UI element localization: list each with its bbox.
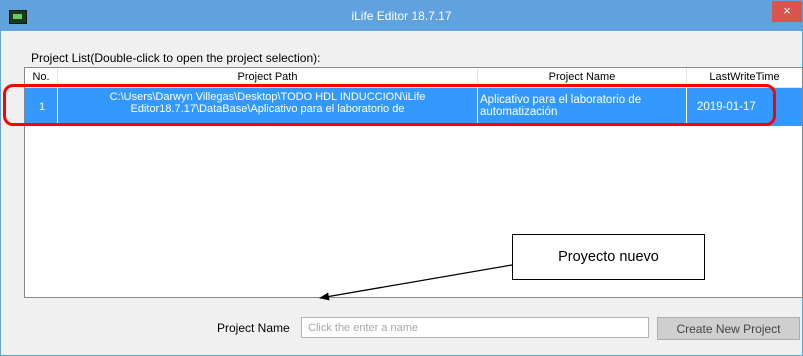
- callout-arrow: [319, 264, 513, 301]
